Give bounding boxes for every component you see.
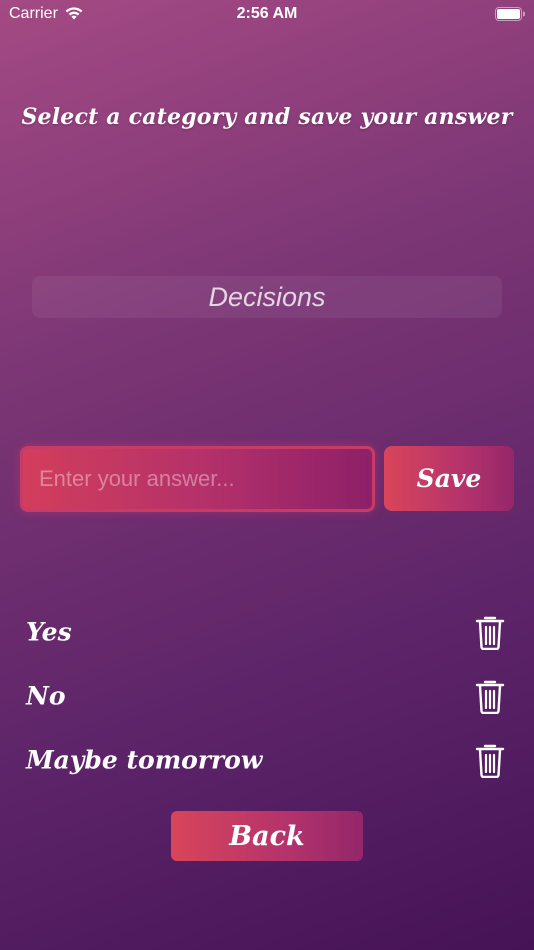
answer-text: No <box>26 681 66 711</box>
answer-text: Maybe tomorrow <box>26 745 263 775</box>
page-title: Select a category and save your answer <box>21 104 513 130</box>
list-item: No <box>0 664 534 728</box>
clock: 2:56 AM <box>236 5 298 22</box>
save-button[interactable]: Save <box>384 446 514 511</box>
list-item: Yes <box>0 600 534 664</box>
trash-icon[interactable] <box>474 614 506 650</box>
trash-icon[interactable] <box>474 678 506 714</box>
battery-icon <box>495 7 525 21</box>
answer-input[interactable] <box>20 446 375 512</box>
category-selected-label: Decisions <box>208 281 326 312</box>
trash-icon[interactable] <box>474 742 506 778</box>
back-button[interactable]: Back <box>171 811 363 861</box>
category-picker[interactable]: Decisions <box>32 276 502 318</box>
answers-list: Yes No Maybe tomorrow <box>0 600 534 792</box>
status-bar: Carrier 2:56 AM <box>0 0 534 28</box>
list-item: Maybe tomorrow <box>0 728 534 792</box>
answer-text: Yes <box>26 617 72 647</box>
